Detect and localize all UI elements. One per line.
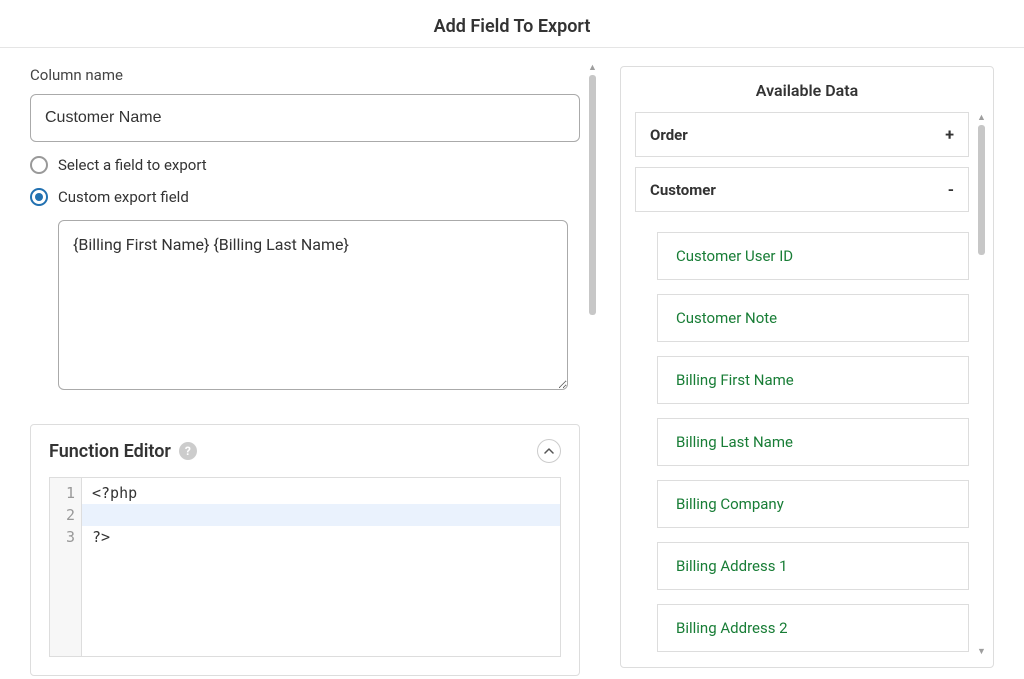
available-data-title: Available Data bbox=[635, 81, 979, 112]
scroll-track[interactable] bbox=[978, 123, 985, 648]
customer-field-list: Customer User ID Customer Note Billing F… bbox=[635, 222, 969, 652]
modal-body: Column name Select a field to export Cus… bbox=[0, 48, 1024, 668]
function-editor-title: Function Editor bbox=[49, 441, 171, 462]
modal-title: Add Field To Export bbox=[0, 0, 1024, 48]
code-line-active bbox=[82, 504, 560, 526]
available-data-scroll: Order + Customer - Customer User ID Cust… bbox=[635, 112, 979, 666]
group-customer[interactable]: Customer - bbox=[635, 167, 969, 212]
code-gutter: 1 2 3 bbox=[50, 478, 82, 656]
line-number: 1 bbox=[50, 482, 75, 504]
scroll-thumb[interactable] bbox=[978, 125, 985, 255]
radio-select-row[interactable]: Select a field to export bbox=[30, 156, 580, 174]
radio-custom-label: Custom export field bbox=[58, 188, 189, 206]
expand-icon[interactable]: + bbox=[945, 125, 954, 144]
available-data-panel: Available Data Order + Customer - Custom… bbox=[620, 66, 994, 668]
scroll-up-icon[interactable]: ▲ bbox=[588, 64, 597, 73]
line-number: 3 bbox=[50, 526, 75, 548]
function-editor-title-wrap: Function Editor ? bbox=[49, 441, 197, 462]
field-customer-note[interactable]: Customer Note bbox=[657, 294, 969, 342]
scroll-track[interactable] bbox=[589, 73, 596, 666]
left-scrollbar[interactable]: ▲ bbox=[589, 64, 596, 666]
group-customer-label: Customer bbox=[650, 181, 716, 199]
left-column: Column name Select a field to export Cus… bbox=[30, 66, 590, 668]
code-content[interactable]: <?php ?> bbox=[82, 478, 560, 656]
field-billing-address-2[interactable]: Billing Address 2 bbox=[657, 604, 969, 652]
column-name-label: Column name bbox=[30, 66, 580, 84]
custom-field-textarea[interactable]: {Billing First Name} {Billing Last Name} bbox=[58, 220, 568, 390]
chevron-up-icon bbox=[544, 448, 554, 454]
radio-select-label: Select a field to export bbox=[58, 156, 207, 174]
column-name-input[interactable] bbox=[30, 94, 580, 142]
field-customer-user-id[interactable]: Customer User ID bbox=[657, 232, 969, 280]
code-editor[interactable]: 1 2 3 <?php ?> bbox=[49, 477, 561, 657]
scroll-up-icon[interactable]: ▲ bbox=[977, 114, 986, 123]
code-line: ?> bbox=[92, 526, 550, 548]
line-number: 2 bbox=[50, 504, 75, 526]
field-billing-last-name[interactable]: Billing Last Name bbox=[657, 418, 969, 466]
group-order-label: Order bbox=[650, 126, 688, 144]
collapse-button[interactable] bbox=[537, 439, 561, 463]
help-icon[interactable]: ? bbox=[179, 442, 197, 460]
right-scrollbar[interactable]: ▲ ▼ bbox=[978, 114, 985, 657]
scroll-down-icon[interactable]: ▼ bbox=[977, 648, 986, 657]
radio-custom-input[interactable] bbox=[30, 188, 48, 206]
field-billing-company[interactable]: Billing Company bbox=[657, 480, 969, 528]
group-order[interactable]: Order + bbox=[635, 112, 969, 157]
code-line: <?php bbox=[92, 482, 550, 504]
collapse-icon[interactable]: - bbox=[948, 180, 954, 199]
radio-custom-row[interactable]: Custom export field bbox=[30, 188, 580, 206]
field-billing-address-1[interactable]: Billing Address 1 bbox=[657, 542, 969, 590]
field-billing-first-name[interactable]: Billing First Name bbox=[657, 356, 969, 404]
function-editor-header: Function Editor ? bbox=[49, 439, 561, 463]
radio-select-input[interactable] bbox=[30, 156, 48, 174]
function-editor-panel: Function Editor ? 1 2 3 <?php bbox=[30, 424, 580, 676]
scroll-thumb[interactable] bbox=[589, 75, 596, 315]
